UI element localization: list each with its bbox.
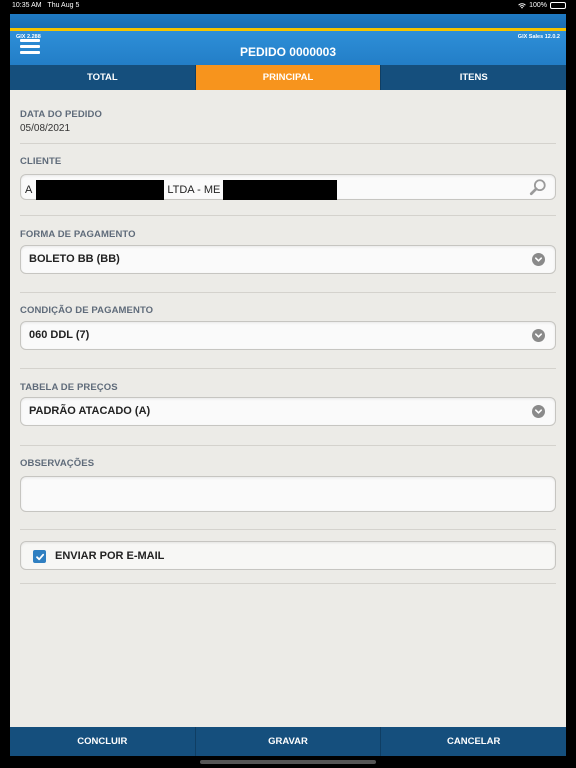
payment-method-select[interactable]: BOLETO BB (BB) [20,245,556,274]
divider [20,215,556,216]
price-table-select[interactable]: PADRÃO ATACADO (A) [20,397,556,426]
concluir-button[interactable]: CONCLUIR [10,727,196,756]
send-email-label: ENVIAR POR E-MAIL [55,550,165,562]
notes-block: OBSERVAÇÕES [20,458,556,469]
payment-condition-label: CONDIÇÃO DE PAGAMENTO [20,305,154,316]
gravar-button[interactable]: GRAVAR [196,727,382,756]
client-field[interactable]: A LTDA - ME [20,174,556,200]
chevron-down-icon [532,253,545,266]
order-date-block: DATA DO PEDIDO 05/08/2021 [20,109,556,134]
battery-icon [550,2,566,9]
search-icon[interactable] [529,178,547,196]
client-value: A LTDA - ME [25,180,338,200]
notes-textarea[interactable] [20,476,556,512]
date-text: Thu Aug 5 [47,2,80,9]
price-table-block: TABELA DE PREÇOS [20,382,556,393]
tab-total[interactable]: TOTAL [10,65,196,90]
status-bar: 10:35 AM Thu Aug 5 100% [0,0,576,12]
version-right: GIX Sales 12.0.2 [517,34,560,40]
price-table-value: PADRÃO ATACADO (A) [29,405,151,417]
order-date-label: DATA DO PEDIDO [20,109,102,120]
tab-bar: TOTAL PRINCIPAL ITENS [10,65,566,90]
home-indicator[interactable] [200,760,376,764]
footer-bar: CONCLUIR GRAVAR CANCELAR [10,727,566,756]
page-title: PEDIDO 0000003 [239,45,337,59]
battery-percent: 100% [529,2,547,9]
divider [20,143,556,144]
checkmark-icon [35,553,44,560]
cancelar-button[interactable]: CANCELAR [381,727,566,756]
send-email-row[interactable]: ENVIAR POR E-MAIL [20,541,556,570]
client-label-block: CLIENTE [20,156,556,167]
top-strip [10,14,566,28]
payment-method-value: BOLETO BB (BB) [29,253,120,265]
tab-itens[interactable]: ITENS [381,65,566,90]
app-window: GIX 2.288 PEDIDO 0000003 GIX Sales 12.0.… [10,14,566,756]
price-table-label: TABELA DE PREÇOS [20,382,118,393]
redacted-block [36,180,165,200]
client-prefix: A [25,184,33,196]
payment-condition-value: 060 DDL (7) [29,329,90,341]
divider [20,445,556,446]
chevron-down-icon [532,329,545,342]
payment-condition-select[interactable]: 060 DDL (7) [20,321,556,350]
status-right: 100% [518,2,566,9]
tab-principal[interactable]: PRINCIPAL [195,65,382,90]
time-text: 10:35 AM [12,2,42,9]
payment-condition-block: CONDIÇÃO DE PAGAMENTO [20,305,556,316]
order-date-value: 05/08/2021 [20,123,71,134]
redacted-block [223,180,338,200]
chevron-down-icon [532,405,545,418]
divider [20,368,556,369]
client-middle: LTDA - ME [167,184,221,196]
payment-method-block: FORMA DE PAGAMENTO [20,229,556,240]
divider [20,583,556,584]
send-email-checkbox[interactable] [33,550,46,563]
payment-method-label: FORMA DE PAGAMENTO [20,229,136,240]
divider [20,292,556,293]
wifi-icon [518,2,526,9]
status-time: 10:35 AM Thu Aug 5 [12,2,79,9]
client-label: CLIENTE [20,156,62,167]
divider [20,529,556,530]
notes-label: OBSERVAÇÕES [20,458,95,469]
